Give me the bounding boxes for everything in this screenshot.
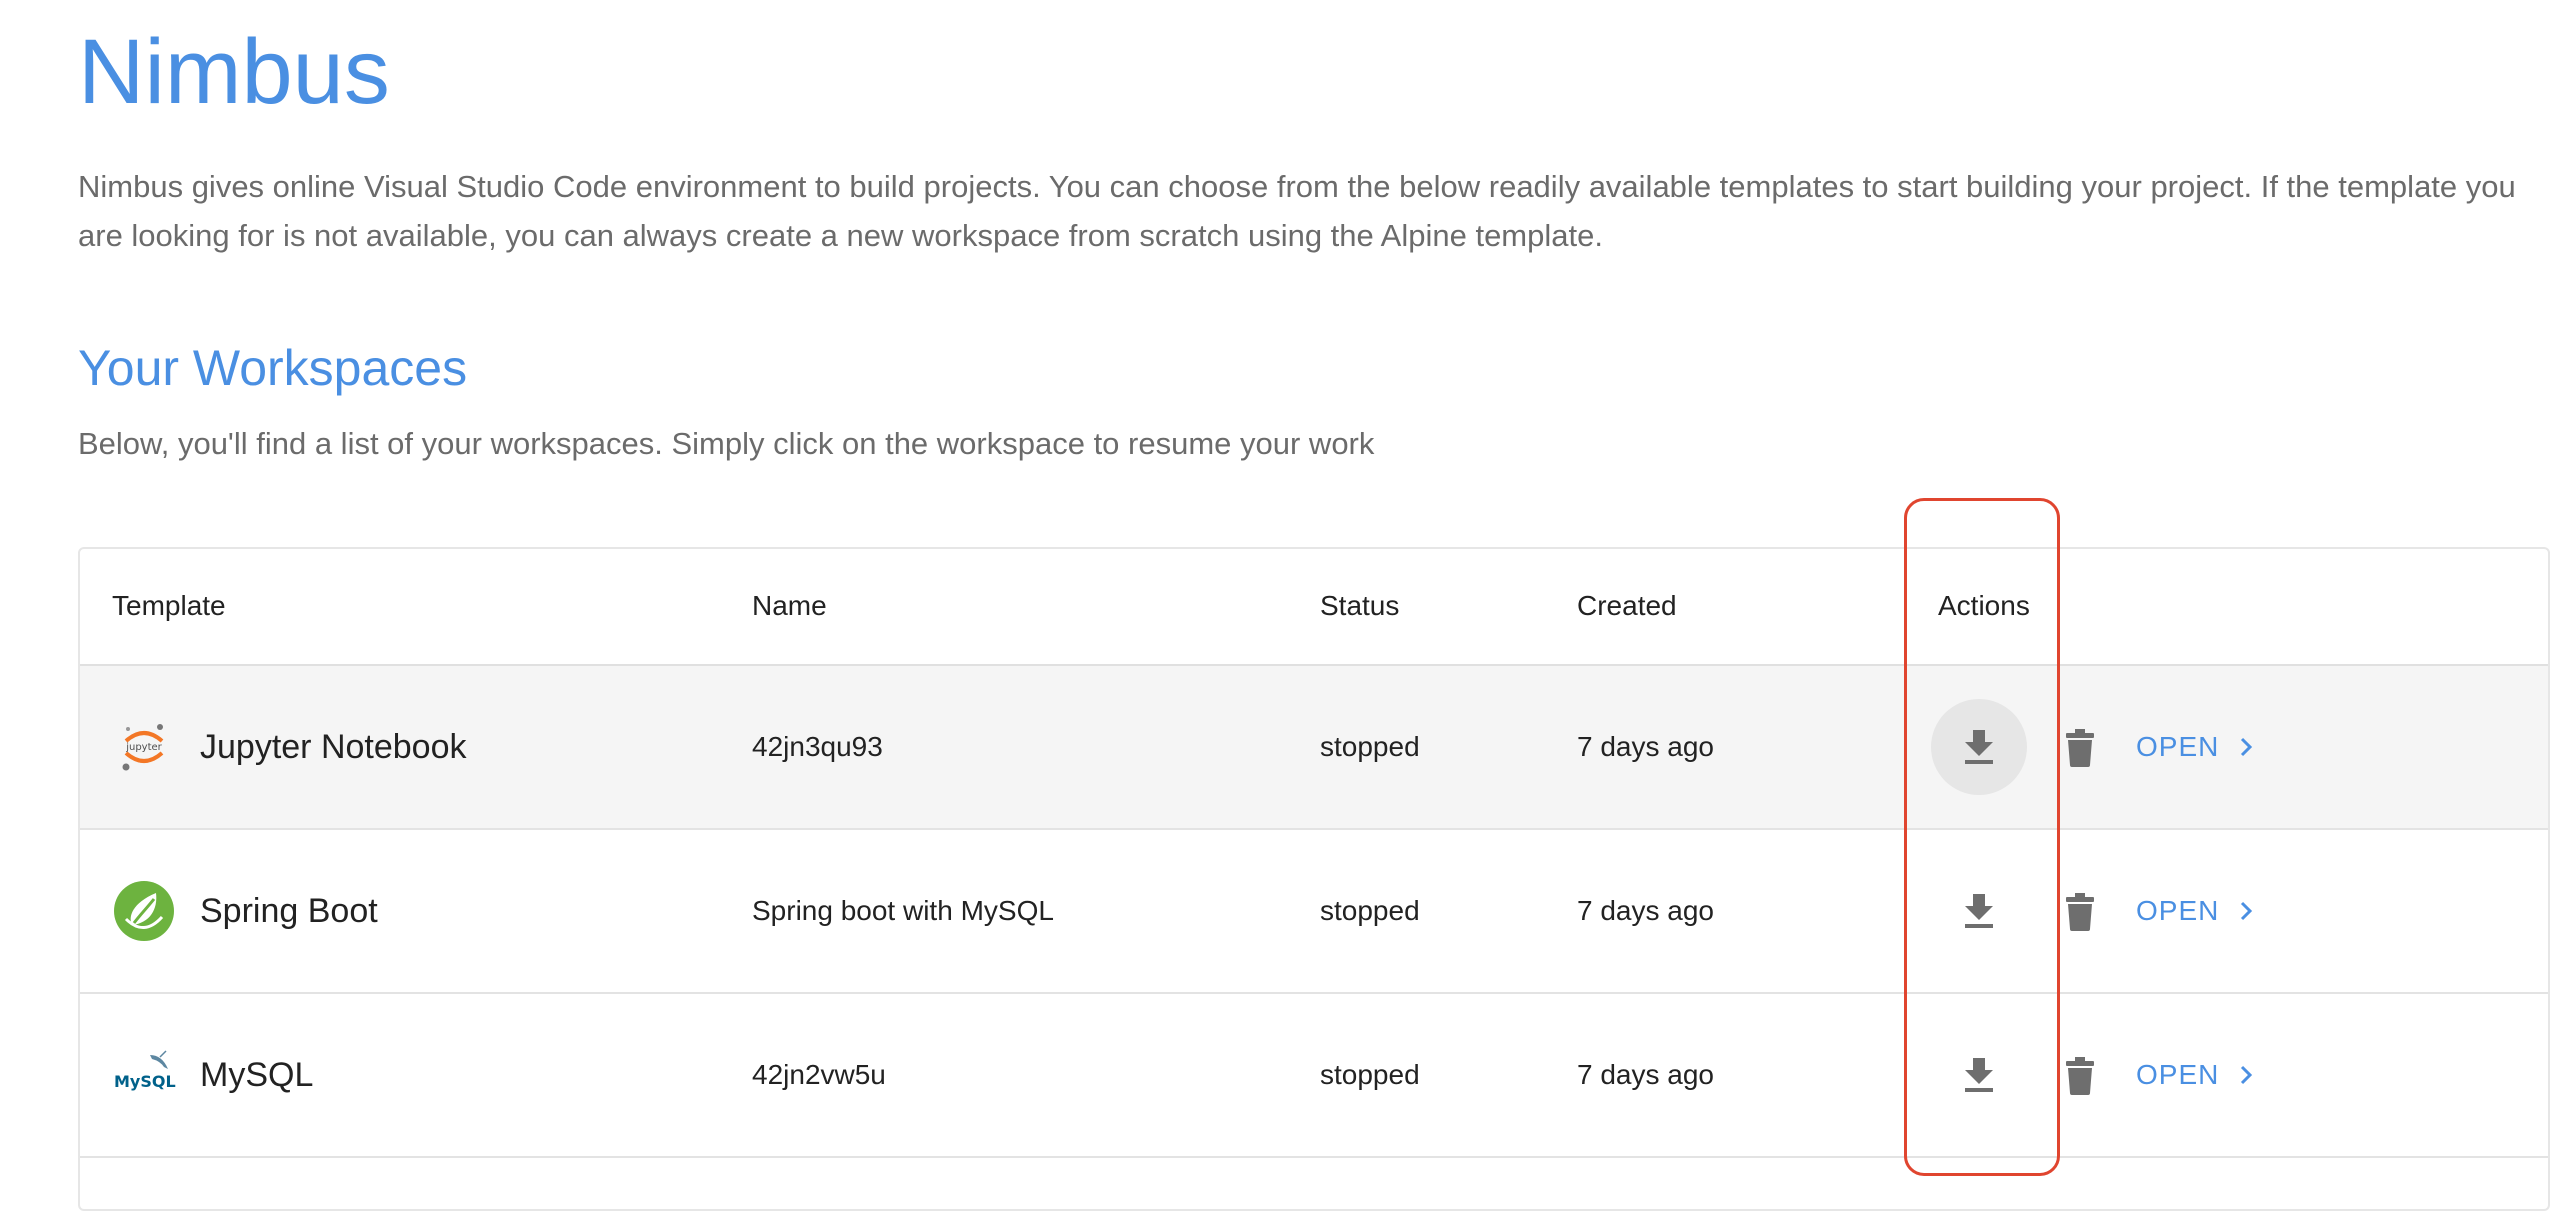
table-header: Template Name Status Created Actions [80,549,2548,666]
app-title: Nimbus [78,21,390,123]
svg-text:jupyter: jupyter [125,742,162,753]
spring-boot-logo-icon [112,879,176,943]
column-header-name: Name [752,590,827,621]
trash-icon [2066,729,2094,767]
workspace-created: 7 days ago [1577,895,1714,926]
open-label: OPEN [2136,731,2220,762]
open-button[interactable]: OPEN [2136,666,2261,828]
chevron-right-icon [2239,897,2261,925]
template-label: Jupyter Notebook [200,727,467,766]
workspaces-description: Below, you'll find a list of your worksp… [78,426,1375,461]
workspace-created: 7 days ago [1577,1059,1714,1090]
template-cell: jupyter Jupyter Notebook [112,666,712,828]
template-label: MySQL [200,1055,314,1094]
open-button[interactable]: OPEN [2136,994,2261,1156]
workspace-name: 42jn3qu93 [752,731,883,762]
delete-button[interactable] [2060,891,2100,933]
svg-text:MySQL: MySQL [114,1072,176,1091]
column-header-created: Created [1577,590,1677,621]
template-cell: MySQL MySQL [112,994,712,1156]
column-header-actions: Actions [1938,590,2030,621]
trash-icon [2066,893,2094,931]
workspace-name: Spring boot with MySQL [752,895,1054,926]
jupyter-logo-icon: jupyter [112,715,176,779]
download-icon [1965,730,1993,764]
table-row[interactable]: Spring Boot Spring boot with MySQL stopp… [80,830,2548,994]
download-icon [1965,894,1993,928]
column-header-status: Status [1320,590,1400,621]
workspace-status: stopped [1320,731,1420,762]
delete-button[interactable] [2060,727,2100,769]
template-cell: Spring Boot [112,830,712,992]
download-button[interactable] [1931,863,2027,959]
chevron-right-icon [2239,733,2261,761]
download-icon [1965,1058,1993,1092]
workspaces-title: Your Workspaces [78,340,468,396]
table-row[interactable]: jupyter Jupyter Notebook 42jn3qu93 stopp… [80,666,2548,830]
intro-text: Nimbus gives online Visual Studio Code e… [78,169,2516,253]
workspace-status: stopped [1320,895,1420,926]
workspaces-table: Template Name Status Created Actions jup… [78,547,2550,1211]
workspace-created: 7 days ago [1577,731,1714,762]
download-button[interactable] [1931,699,2027,795]
open-label: OPEN [2136,1059,2220,1090]
mysql-logo-icon: MySQL [112,1043,176,1107]
delete-button[interactable] [2060,1055,2100,1097]
template-label: Spring Boot [200,891,378,930]
workspace-name: 42jn2vw5u [752,1059,886,1090]
download-button[interactable] [1931,1027,2027,1123]
column-header-template: Template [112,590,226,621]
open-button[interactable]: OPEN [2136,830,2261,992]
workspace-status: stopped [1320,1059,1420,1090]
trash-icon [2066,1057,2094,1095]
open-label: OPEN [2136,895,2220,926]
chevron-right-icon [2239,1061,2261,1089]
table-row[interactable]: MySQL MySQL 42jn2vw5u stopped 7 days ago [80,994,2548,1158]
